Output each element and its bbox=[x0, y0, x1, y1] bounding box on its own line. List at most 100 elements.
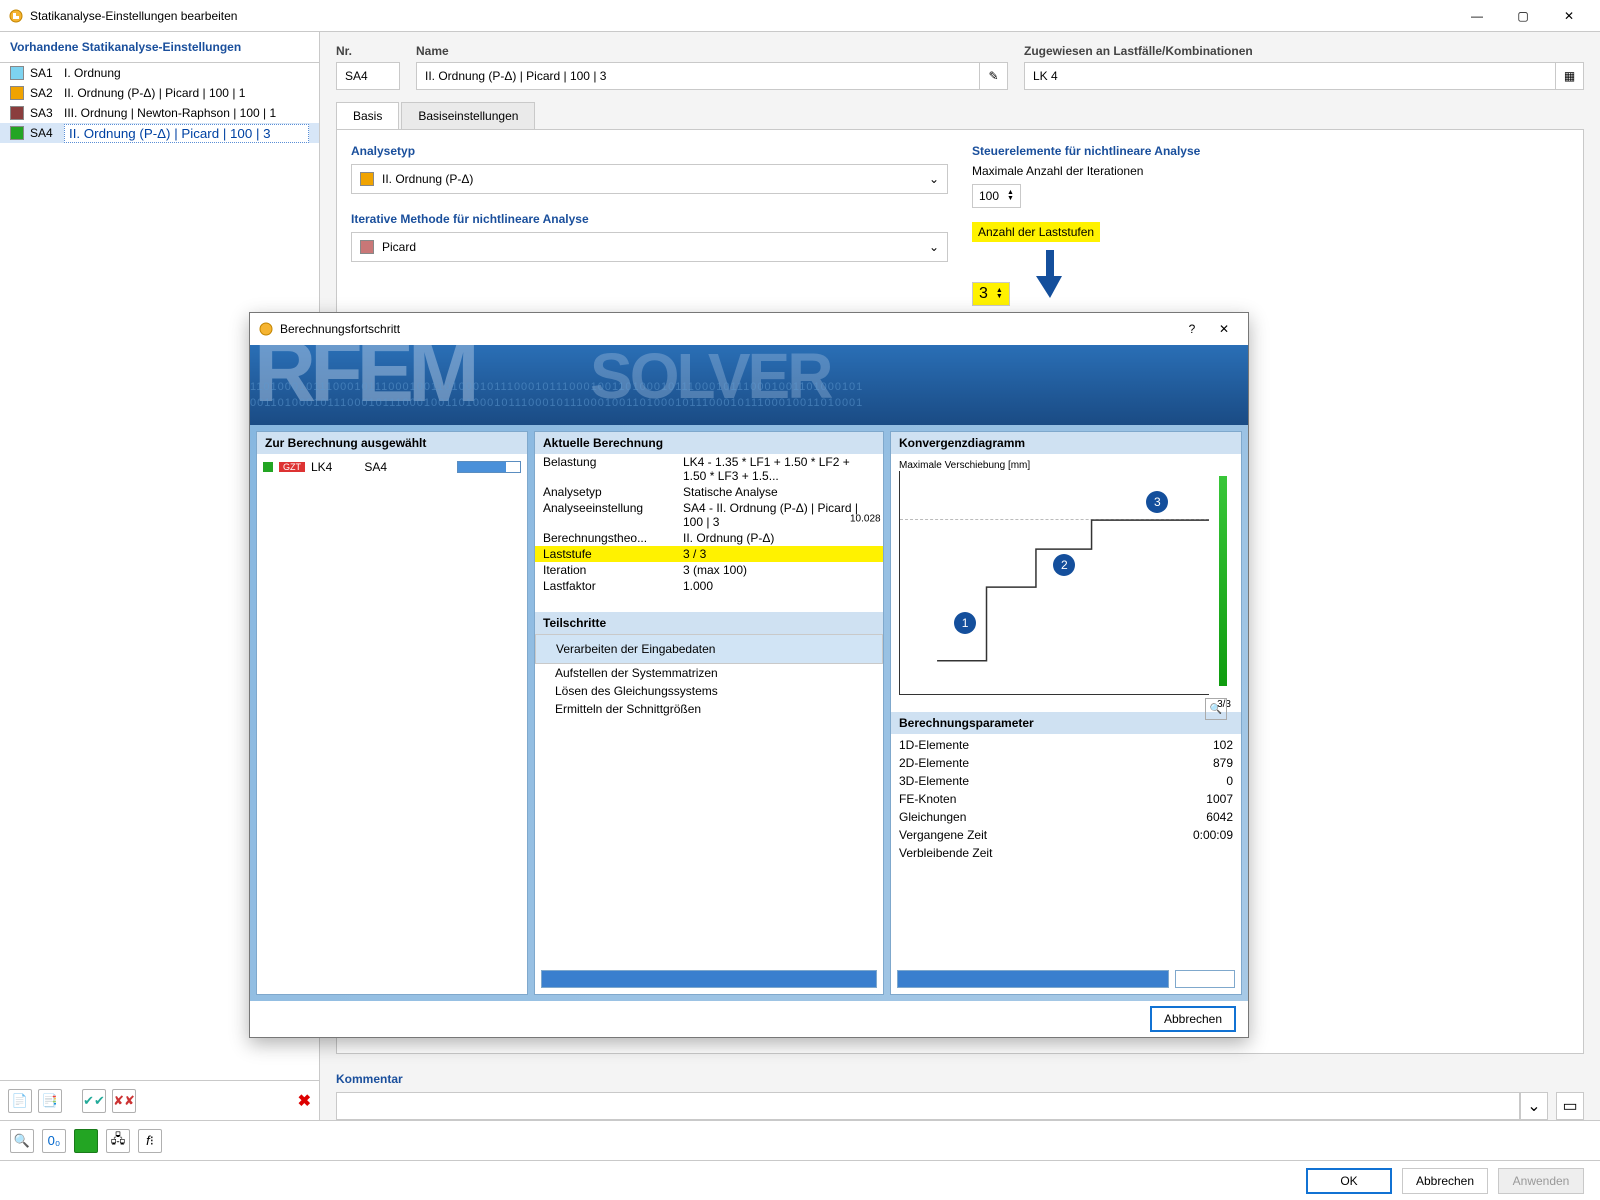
maxiter-stepper[interactable]: 100 ▲▼ bbox=[972, 184, 1021, 208]
app-icon bbox=[8, 8, 24, 24]
tool-locate-icon[interactable]: 🔍 bbox=[10, 1129, 34, 1153]
maxiter-value: 100 bbox=[979, 189, 999, 203]
param-value: 1007 bbox=[1163, 792, 1233, 810]
close-button[interactable]: ✕ bbox=[1546, 0, 1592, 32]
tab-basis[interactable]: Basis bbox=[336, 102, 399, 129]
comment-dropdown-icon[interactable]: ⌄ bbox=[1520, 1092, 1548, 1120]
maximize-button[interactable]: ▢ bbox=[1500, 0, 1546, 32]
settings-title-input[interactable] bbox=[64, 124, 309, 143]
settings-list-item[interactable]: SA3 III. Ordnung | Newton-Raphson | 100 … bbox=[0, 103, 319, 123]
window-title: Statikanalyse-Einstellungen bearbeiten bbox=[30, 9, 237, 23]
zoom-icon[interactable]: 🔍 bbox=[1205, 698, 1227, 720]
progress-dialog: Berechnungsfortschritt ? ✕ RFEM SOLVER 1… bbox=[249, 312, 1249, 1038]
conv-chart-title: Maximale Verschiebung [mm] bbox=[899, 460, 1233, 471]
color-swatch bbox=[10, 106, 24, 120]
settings-title: I. Ordnung bbox=[64, 66, 121, 80]
tree-lk: LK4 bbox=[311, 460, 332, 474]
loadsteps-stepper[interactable]: 3 ▲▼ bbox=[972, 282, 1010, 306]
param-key: Vergangene Zeit bbox=[899, 828, 1163, 846]
kv-key: Lastfaktor bbox=[543, 579, 683, 593]
param-value: 879 bbox=[1163, 756, 1233, 774]
iter-method-select[interactable]: Picard ⌄ bbox=[351, 232, 948, 262]
analysis-type-value: II. Ordnung (P-Δ) bbox=[382, 172, 473, 186]
kv-value: II. Ordnung (P-Δ) bbox=[683, 531, 875, 545]
minimize-button[interactable]: ― bbox=[1454, 0, 1500, 32]
assigned-field[interactable] bbox=[1024, 62, 1556, 90]
progress-bar-icon bbox=[457, 461, 521, 473]
params-header: Berechnungsparameter bbox=[891, 712, 1241, 734]
param-value: 0:00:09 bbox=[1163, 828, 1233, 846]
status-bar: 🔍 0₀ 🖧 f⁝ bbox=[0, 1120, 1600, 1160]
comment-field[interactable] bbox=[336, 1092, 1520, 1120]
substeps-list: Verarbeiten der EingabedatenAufstellen d… bbox=[535, 634, 883, 718]
titlebar: Statikanalyse-Einstellungen bearbeiten ―… bbox=[0, 0, 1600, 32]
kv-key: Analysetyp bbox=[543, 485, 683, 499]
uncheck-button[interactable]: ✘✘ bbox=[112, 1089, 136, 1113]
chevron-down-icon: ⌄ bbox=[929, 172, 939, 186]
arrow-down-icon bbox=[1036, 250, 1064, 298]
delete-icon[interactable]: ✖ bbox=[298, 1091, 311, 1111]
maxiter-label: Maximale Anzahl der Iterationen bbox=[972, 164, 1569, 178]
right-progressbar bbox=[897, 970, 1169, 988]
settings-title: III. Ordnung | Newton-Raphson | 100 | 1 bbox=[64, 106, 276, 120]
kv-key: Laststufe bbox=[543, 547, 683, 561]
settings-list-item[interactable]: SA4 bbox=[0, 123, 319, 143]
settings-code: SA3 bbox=[30, 106, 64, 120]
substep: Ermitteln der Schnittgrößen bbox=[535, 700, 883, 718]
kv-key: Belastung bbox=[543, 455, 683, 483]
cancel-button[interactable]: Abbrechen bbox=[1402, 1168, 1488, 1194]
chevron-down-icon: ⌄ bbox=[929, 240, 939, 254]
substep: Aufstellen der Systemmatrizen bbox=[535, 664, 883, 682]
settings-code: SA2 bbox=[30, 86, 64, 100]
color-swatch bbox=[10, 86, 24, 100]
name-field[interactable] bbox=[416, 62, 980, 90]
tool-color-icon[interactable] bbox=[74, 1129, 98, 1153]
params-list: 1D-Elemente1022D-Elemente8793D-Elemente0… bbox=[891, 734, 1241, 868]
progress-close-button[interactable]: ✕ bbox=[1208, 313, 1240, 345]
left-header: Vorhandene Statikanalyse-Einstellungen bbox=[0, 32, 319, 63]
help-button[interactable]: ? bbox=[1176, 313, 1208, 345]
ok-button[interactable]: OK bbox=[1306, 1168, 1392, 1194]
tab-basiseinstellungen[interactable]: Basiseinstellungen bbox=[401, 102, 535, 129]
name-edit-icon[interactable]: ✎ bbox=[980, 62, 1008, 90]
color-swatch bbox=[10, 66, 24, 80]
progress-left-header: Zur Berechnung ausgewählt bbox=[257, 432, 527, 454]
tool-hierarchy-icon[interactable]: 🖧 bbox=[106, 1129, 130, 1153]
apply-button: Anwenden bbox=[1498, 1168, 1584, 1194]
substep: Verarbeiten der Eingabedaten bbox=[535, 634, 883, 664]
param-value bbox=[1163, 846, 1233, 864]
kv-key: Berechnungstheo... bbox=[543, 531, 683, 545]
param-key: Gleichungen bbox=[899, 810, 1163, 828]
param-key: 1D-Elemente bbox=[899, 738, 1163, 756]
settings-list-item[interactable]: SA2 II. Ordnung (P-Δ) | Picard | 100 | 1 bbox=[0, 83, 319, 103]
convergence-header: Konvergenzdiagramm bbox=[891, 432, 1241, 454]
kv-value: 3 / 3 bbox=[683, 547, 875, 561]
progress-mid-header: Aktuelle Berechnung bbox=[535, 432, 883, 454]
settings-list-item[interactable]: SA1 I. Ordnung bbox=[0, 63, 319, 83]
comment-expand-icon[interactable]: ▭ bbox=[1556, 1092, 1584, 1120]
progress-cancel-button[interactable]: Abbrechen bbox=[1150, 1006, 1236, 1032]
kv-value: SA4 - II. Ordnung (P-Δ) | Picard | 100 |… bbox=[683, 501, 875, 529]
settings-code: SA4 bbox=[30, 126, 64, 140]
comment-label: Kommentar bbox=[336, 1072, 1584, 1086]
analysis-type-select[interactable]: II. Ordnung (P-Δ) ⌄ bbox=[351, 164, 948, 194]
kv-value: LK4 - 1.35 * LF1 + 1.50 * LF2 + 1.50 * L… bbox=[683, 455, 875, 483]
substep: Lösen des Gleichungssystems bbox=[535, 682, 883, 700]
loadsteps-value: 3 bbox=[979, 285, 988, 303]
new-button[interactable]: 📄 bbox=[8, 1089, 32, 1113]
param-key: 2D-Elemente bbox=[899, 756, 1163, 774]
x-tick: 3/3 bbox=[899, 699, 1231, 710]
nr-label: Nr. bbox=[336, 44, 400, 58]
tag-badge: GZT bbox=[279, 462, 305, 472]
mid-progressbar bbox=[541, 970, 877, 988]
check-button[interactable]: ✔✔ bbox=[82, 1089, 106, 1113]
app-icon bbox=[258, 321, 274, 337]
settings-code: SA1 bbox=[30, 66, 64, 80]
param-value: 0 bbox=[1163, 774, 1233, 792]
assigned-picker-icon[interactable]: ▦ bbox=[1556, 62, 1584, 90]
copy-button[interactable]: 📑 bbox=[38, 1089, 62, 1113]
settings-title: II. Ordnung (P-Δ) | Picard | 100 | 1 bbox=[64, 86, 245, 100]
tool-variables-icon[interactable]: 0₀ bbox=[42, 1129, 66, 1153]
convergence-chart: 🔍 10.028123 bbox=[899, 471, 1209, 695]
tool-script-icon[interactable]: f⁝ bbox=[138, 1129, 162, 1153]
